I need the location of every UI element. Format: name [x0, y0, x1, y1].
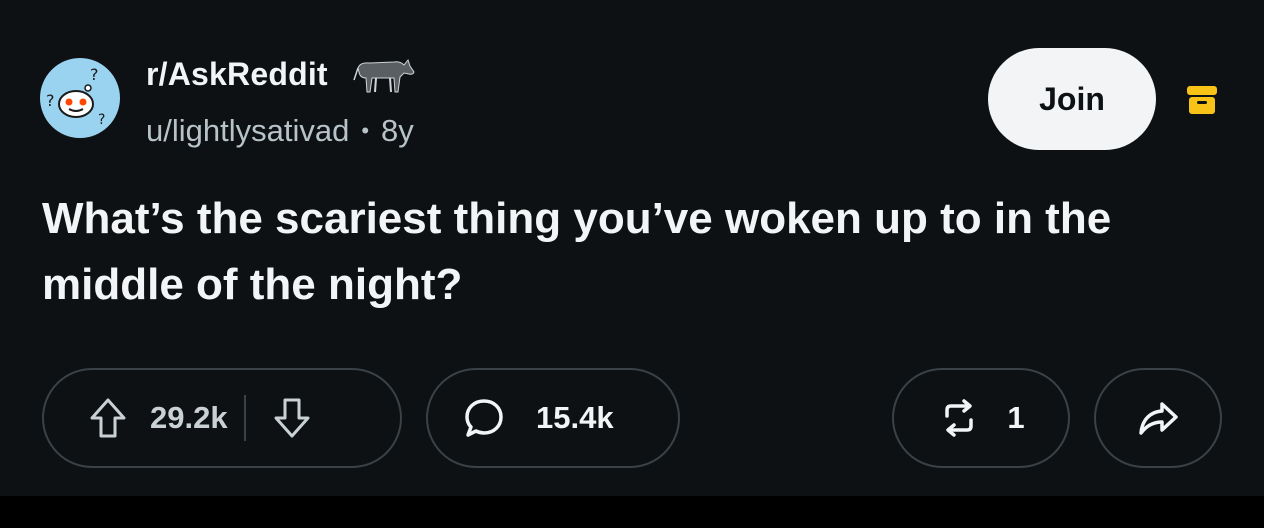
share-arrow-icon [1136, 396, 1180, 440]
upvote-count: 29.2k [150, 400, 228, 435]
post-meta: u/lightlysativad • 8y [146, 110, 414, 152]
vote-bar: 29.2k [42, 368, 402, 468]
upvote-arrow-icon[interactable] [88, 396, 128, 440]
comment-count: 15.4k [536, 400, 614, 435]
svg-text:?: ? [46, 91, 55, 110]
bottom-bar [0, 496, 1264, 528]
archive-icon [1184, 82, 1220, 118]
meta-separator-dot: • [361, 118, 370, 143]
subreddit-name[interactable]: r/AskReddit [146, 56, 328, 93]
join-button[interactable]: Join [988, 48, 1156, 150]
post-title[interactable]: What’s the scariest thing you’ve woken u… [42, 186, 1202, 318]
post-age: 8y [381, 113, 414, 148]
crosspost-icon [937, 396, 981, 440]
donkey-icon [350, 52, 418, 96]
svg-text:?: ? [98, 112, 105, 128]
share-button[interactable] [1094, 368, 1222, 468]
subreddit-avatar-icon[interactable]: ? ? ? [40, 58, 120, 138]
subreddit-row: r/AskReddit [146, 52, 418, 96]
author-name[interactable]: u/lightlysativad [146, 113, 349, 149]
comment-bubble-icon [462, 396, 506, 440]
crosspost-count: 1 [1007, 400, 1025, 435]
svg-text:?: ? [90, 65, 99, 84]
crosspost-button[interactable]: 1 [892, 368, 1070, 468]
comment-button[interactable]: 15.4k [426, 368, 680, 468]
downvote-arrow-icon[interactable] [272, 396, 312, 440]
vote-divider [243, 395, 246, 441]
